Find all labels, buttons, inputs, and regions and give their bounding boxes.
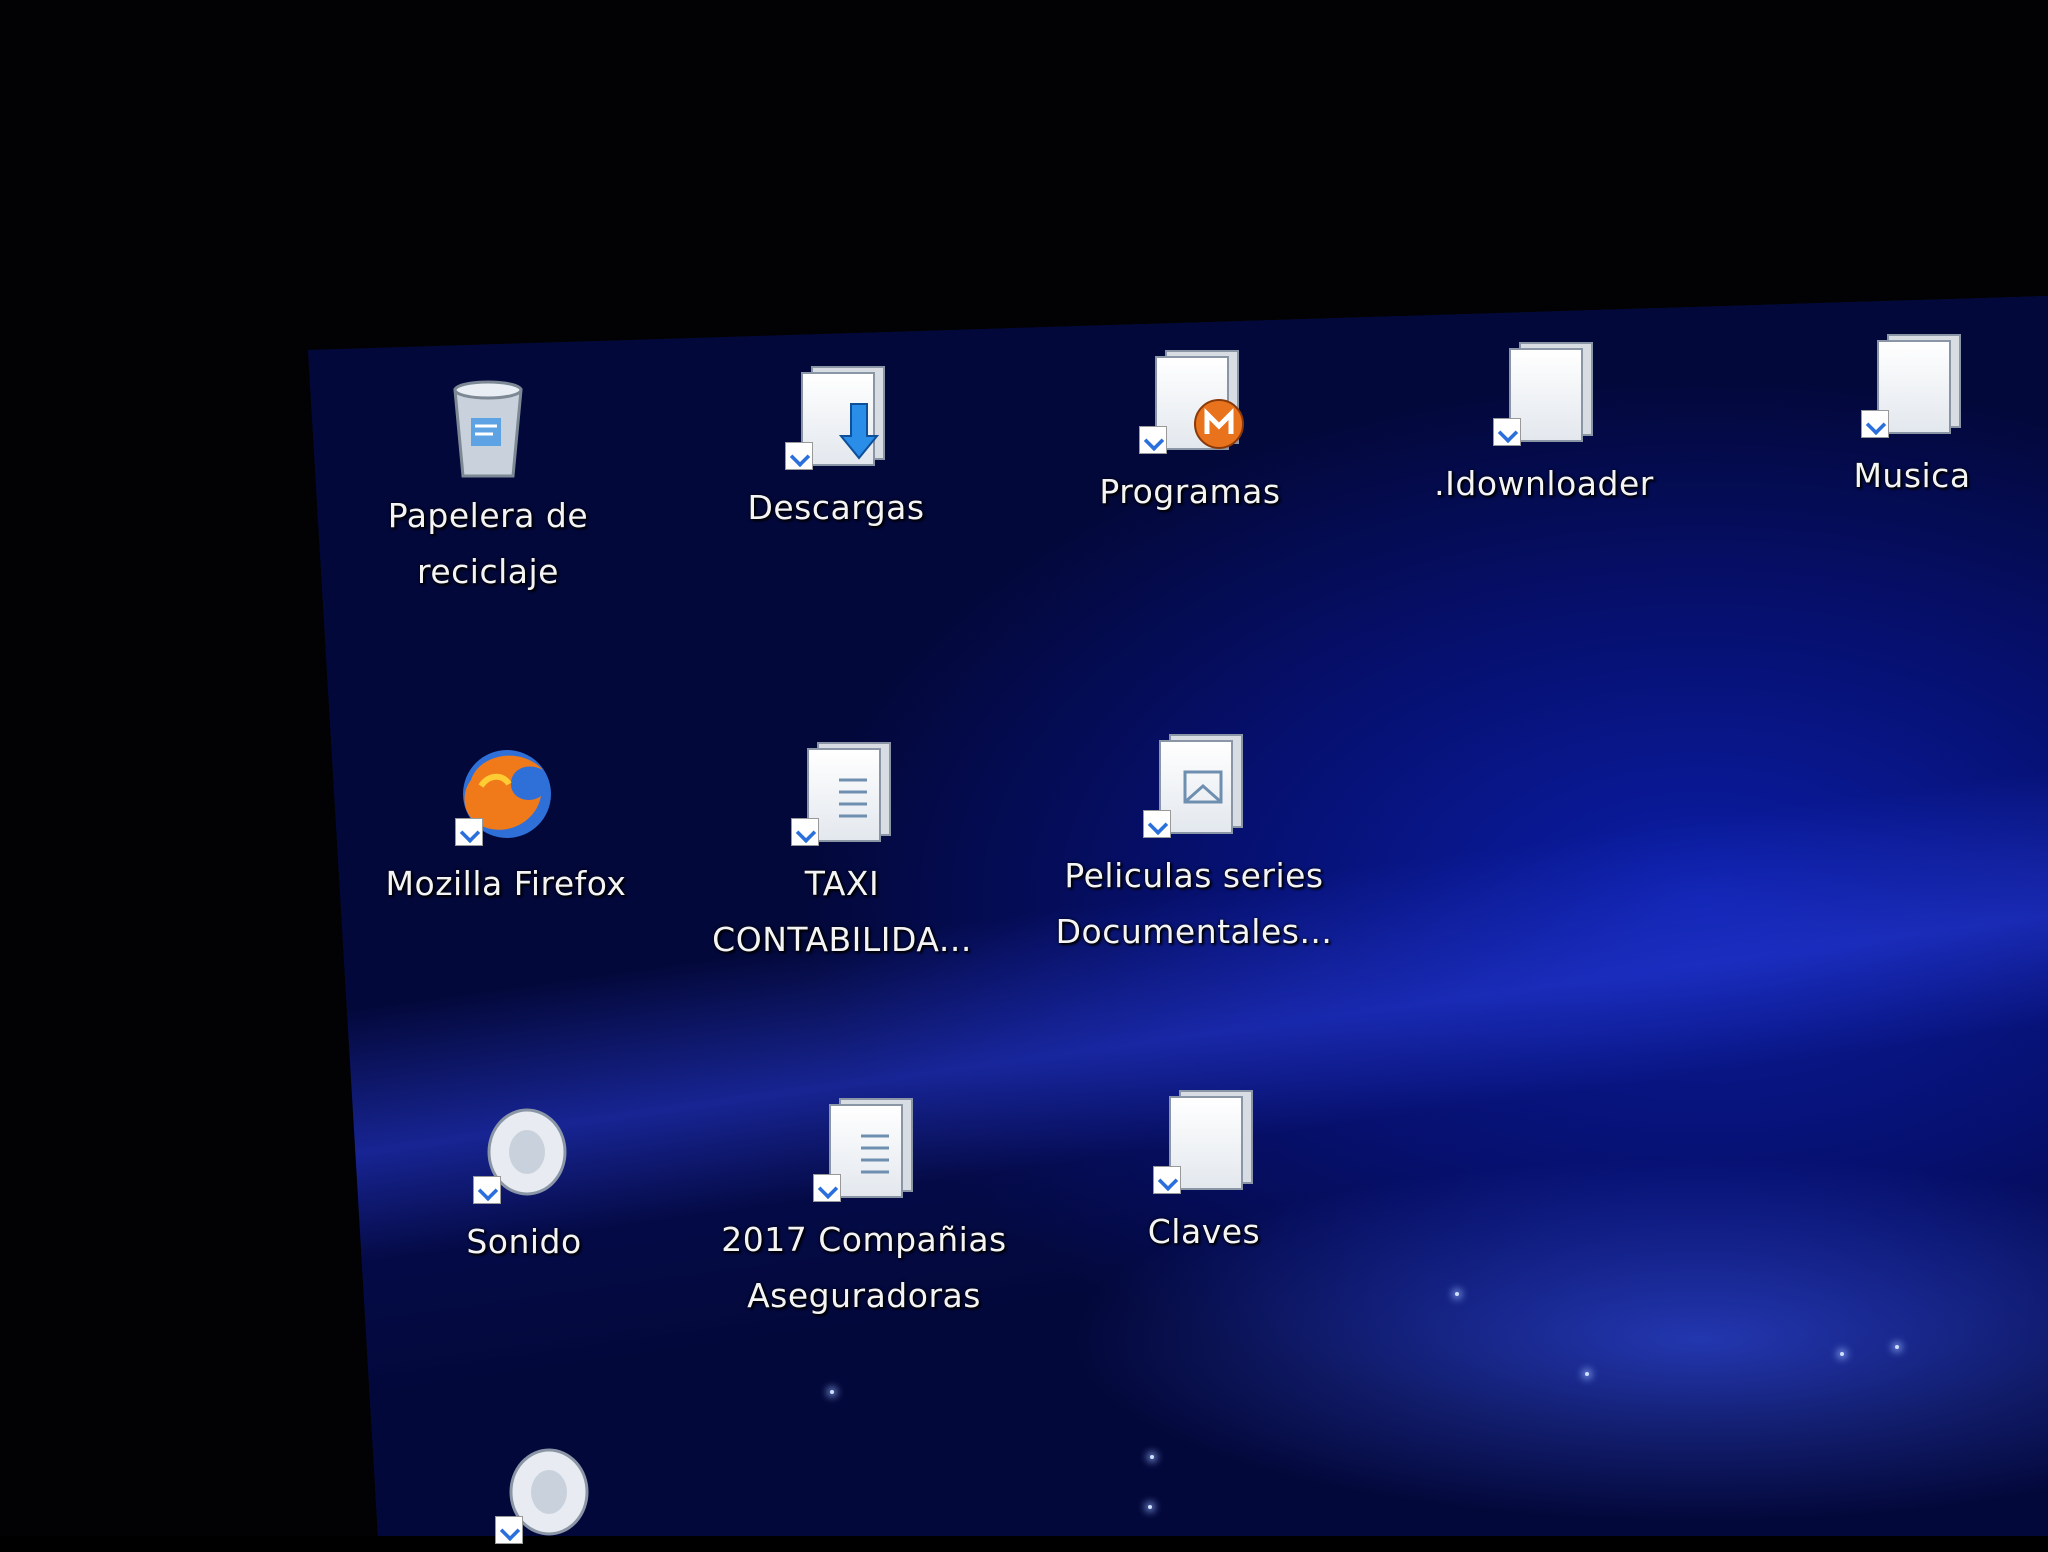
wallpaper-sparkle	[1585, 1372, 1589, 1376]
wallpaper-sparkle	[830, 1390, 834, 1394]
desktop-icon-label: Descargas	[747, 488, 925, 527]
desktop-icon-claves[interactable]: Claves	[1074, 1088, 1334, 1260]
desktop-icon-descargas[interactable]: Descargas	[706, 364, 966, 536]
desktop-icon-label: Papelera de reciclaje	[387, 496, 589, 591]
desktop-icon-label: Peliculas series Documentales...	[1055, 856, 1333, 951]
folder-shortcut-icon	[1857, 332, 1967, 442]
desktop-icon-peliculas[interactable]: Peliculas series Documentales...	[1056, 732, 1332, 960]
desktop-icon-idownloader[interactable]: .Idownloader	[1414, 340, 1674, 512]
desktop-icon-musica[interactable]: Musica	[1782, 332, 2042, 504]
wallpaper-sparkle	[1840, 1352, 1844, 1356]
folder-shortcut-icon	[1489, 340, 1599, 450]
sound-shortcut-icon	[491, 1438, 601, 1548]
desktop-icon-label: Sonido	[466, 1222, 582, 1261]
wallpaper-sparkle	[1150, 1455, 1154, 1459]
desktop-icon-label: .Idownloader	[1434, 464, 1654, 503]
desktop-icon-label: Mozilla Firefox	[385, 864, 627, 903]
sound-shortcut-icon	[469, 1098, 579, 1208]
programs-folder-icon	[1135, 348, 1245, 458]
desktop-icon-label: Claves	[1147, 1212, 1261, 1251]
desktop-icon-sonido[interactable]: Sonido	[394, 1098, 654, 1270]
desktop-icon-label: Programas	[1099, 472, 1281, 511]
desktop-icon-label: TAXI CONTABILIDA...	[712, 864, 972, 959]
downloads-folder-icon	[781, 364, 891, 474]
document-shortcut-icon	[787, 740, 897, 850]
desktop-icon-programas[interactable]: Programas	[1060, 348, 1320, 520]
document-shortcut-icon	[1139, 732, 1249, 842]
desktop-icon-label: 2017 Compañias Aseguradoras	[721, 1220, 1007, 1315]
document-shortcut-icon	[809, 1096, 919, 1206]
wallpaper-sparkle	[1148, 1505, 1152, 1509]
wallpaper-sparkle	[1895, 1345, 1899, 1349]
wallpaper-sparkle	[1455, 1292, 1459, 1296]
desktop-icon-firefox[interactable]: Mozilla Firefox	[376, 740, 636, 912]
desktop-icon-companias-aseguradoras[interactable]: 2017 Compañias Aseguradoras	[721, 1096, 1006, 1324]
desktop-icon-partial[interactable]	[416, 1438, 676, 1548]
desktop-icon-taxi-contabilidad[interactable]: TAXI CONTABILIDA...	[712, 740, 972, 968]
document-shortcut-icon	[1149, 1088, 1259, 1198]
desktop-icon-recycle-bin[interactable]: Papelera de reciclaje	[358, 372, 618, 600]
recycle-bin-icon	[433, 372, 543, 482]
desktop-icon-label: Musica	[1853, 456, 1971, 495]
firefox-icon	[451, 740, 561, 850]
